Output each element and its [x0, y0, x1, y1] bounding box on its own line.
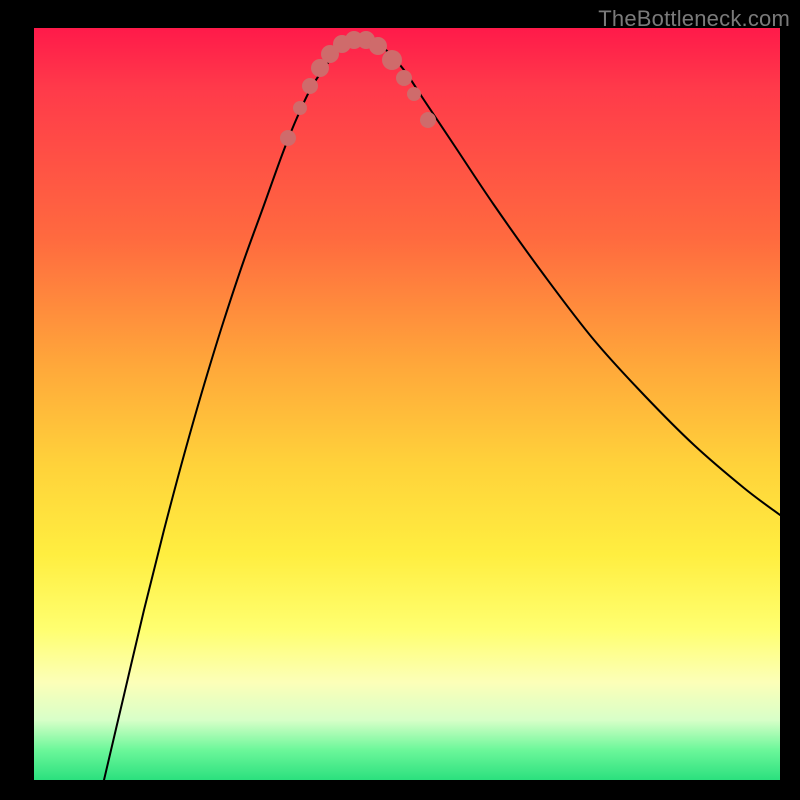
- curve-marker: [280, 130, 296, 146]
- curve-marker: [420, 112, 436, 128]
- bottleneck-curve-svg: [34, 28, 780, 780]
- curve-marker: [293, 101, 307, 115]
- watermark-text: TheBottleneck.com: [598, 6, 790, 32]
- curve-marker: [407, 87, 421, 101]
- bottleneck-curve: [104, 38, 780, 780]
- curve-markers: [280, 31, 436, 146]
- chart-plot-area: [34, 28, 780, 780]
- curve-marker: [369, 37, 387, 55]
- chart-frame: TheBottleneck.com: [0, 0, 800, 800]
- curve-marker: [396, 70, 412, 86]
- curve-marker: [382, 50, 402, 70]
- curve-marker: [302, 78, 318, 94]
